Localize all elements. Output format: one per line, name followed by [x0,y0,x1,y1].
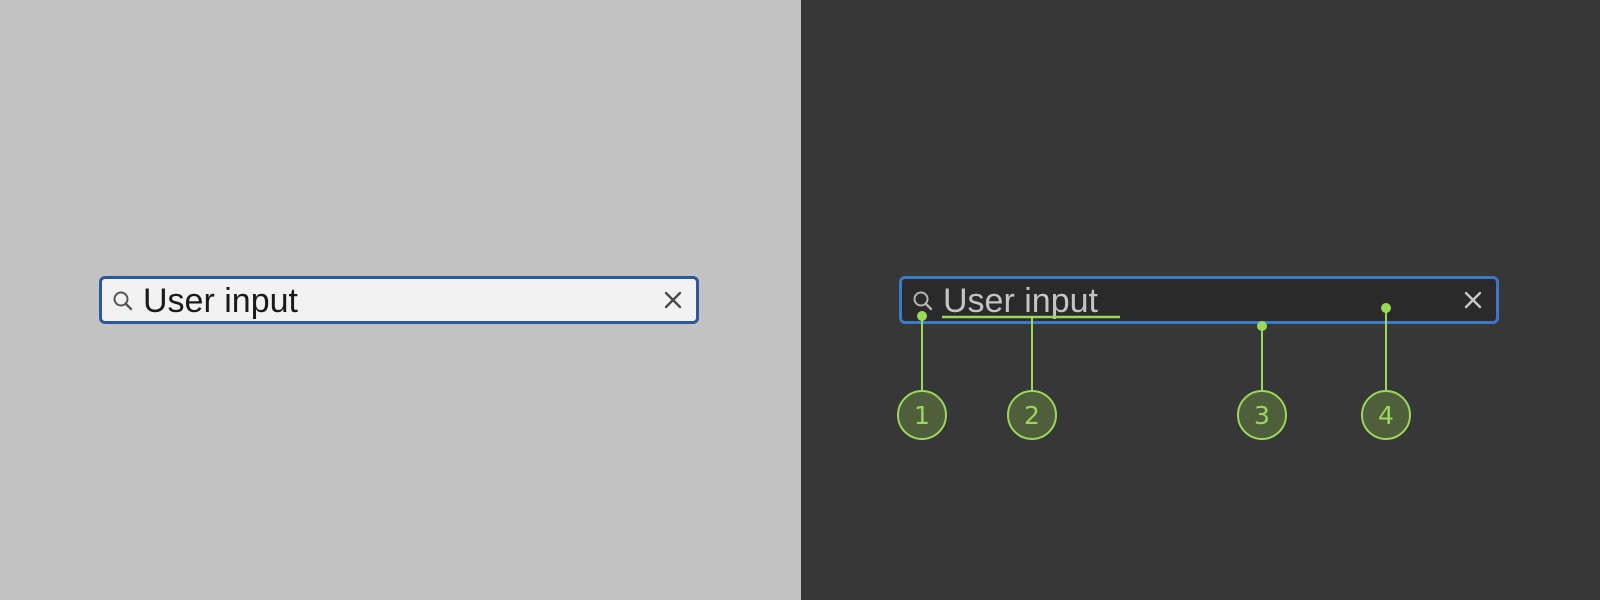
close-icon[interactable] [664,291,682,309]
close-icon[interactable] [1464,291,1482,309]
search-input-value[interactable]: User input [143,279,298,321]
stage: User input User input 1 2 3 4 [0,0,1600,600]
light-search-field[interactable]: User input [99,276,699,324]
search-input-value[interactable]: User input [943,279,1098,321]
search-icon [913,291,933,311]
dark-search-field[interactable]: User input [899,276,1499,324]
search-icon [113,291,133,311]
